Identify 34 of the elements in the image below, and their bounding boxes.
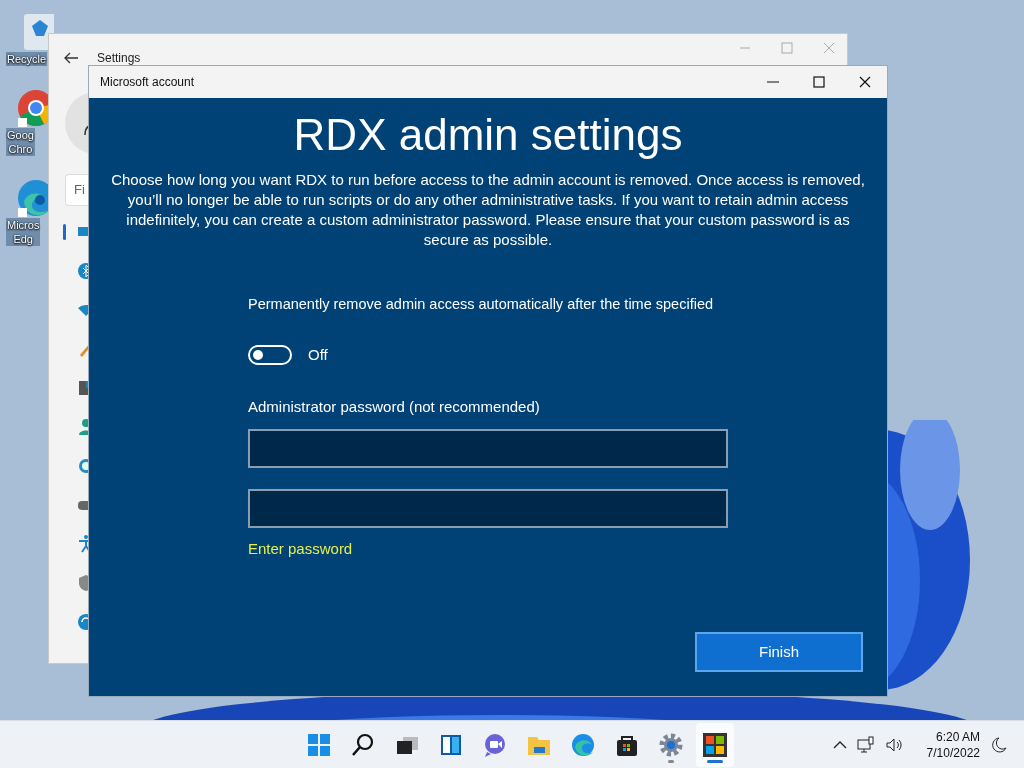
icon-label[interactable]: Micros Edg: [6, 218, 41, 246]
taskbar-button[interactable]: [696, 722, 734, 767]
icon-label[interactable]: Recycle: [6, 52, 48, 66]
apps-icon[interactable]: [76, 378, 88, 398]
icon-label[interactable]: Goog Chro: [6, 128, 35, 156]
accessibility-icon[interactable]: [76, 534, 88, 554]
password-field[interactable]: [248, 428, 728, 468]
edge-icon: [570, 732, 596, 758]
window-title: Microsoft account: [100, 74, 196, 91]
moon-icon[interactable]: [990, 735, 1008, 754]
person-icon[interactable]: [76, 417, 88, 437]
dialog-heading: RDX admin settings: [293, 109, 683, 161]
settings-icon: [658, 732, 684, 758]
msapp-icon: [702, 732, 728, 758]
search-icon: [350, 732, 376, 758]
password-field[interactable]: [248, 488, 728, 528]
error-text: Enter password: [248, 538, 354, 559]
network-icon[interactable]: [856, 735, 875, 754]
field-label: Administrator password (not recommended): [248, 397, 541, 418]
back-icon[interactable]: [63, 51, 79, 65]
toggle-state: Off: [308, 344, 328, 365]
maximize-icon[interactable]: [813, 76, 825, 88]
description-text: Choose how long you want RDX to run before access to the admin account is removed. Once access is removed, you’ll no longer be able to run scripts or do any other administrative tasks. If you want to retain admin access indefinitely, you can create a custom administrator password. Please ensure that your custom password is as secure as possible.: [110, 170, 866, 250]
widgets-icon: [438, 732, 464, 758]
finish-button[interactable]: Finish: [695, 632, 863, 672]
chat-icon: [482, 732, 508, 758]
clock[interactable]: 6:20 AM 7/10/2022: [926, 728, 980, 761]
toggle-label: Permanently remove admin access automatically after the time specified: [248, 295, 714, 314]
shield-icon[interactable]: [76, 573, 88, 593]
search-field[interactable]: Fi: [65, 174, 88, 206]
start-icon: [306, 732, 332, 758]
window-title: Settings: [97, 50, 141, 67]
toggle-switch[interactable]: [248, 345, 292, 365]
close-icon[interactable]: [859, 76, 871, 88]
